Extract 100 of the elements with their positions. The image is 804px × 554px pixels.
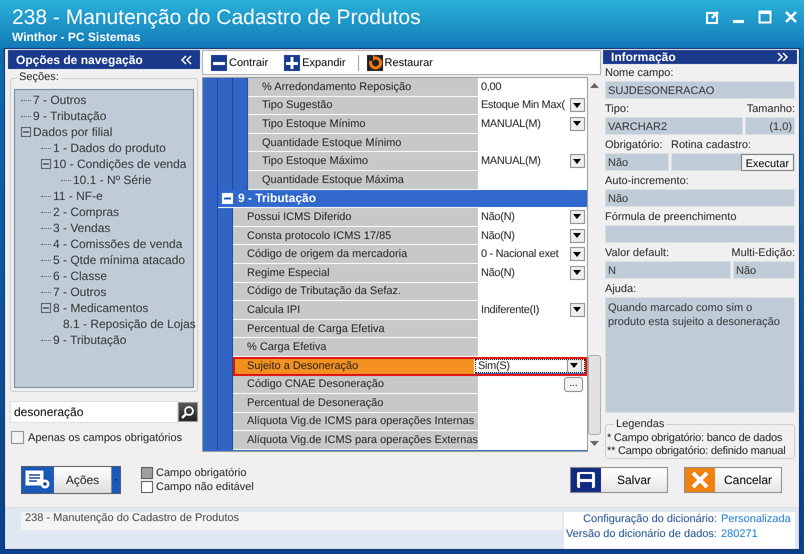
property-value: Não(N) (480, 266, 516, 279)
tree-item[interactable]: 8 - Medicamentos (53, 301, 148, 315)
property-value: 0,00 (480, 80, 502, 93)
dropdown-button[interactable] (570, 247, 585, 262)
property-value: MANUAL(M) (480, 155, 542, 168)
tree-item[interactable]: 10 - Condições de venda (53, 157, 186, 171)
maximize-icon[interactable] (758, 10, 772, 24)
property-value: Não(N) (480, 210, 516, 223)
help-text: Quando marcado como sim o produto esta sujeito a desoneração (605, 297, 795, 413)
property-value: Sim(S) (478, 360, 511, 372)
status-value: Personalizada (721, 512, 792, 527)
dropdown-button[interactable] (570, 228, 585, 243)
field-label: Ajuda: (605, 282, 638, 296)
section-header[interactable]: 9 - Tributação (218, 190, 587, 208)
legend-text: ** Campo obrigatório: definido manual (607, 445, 786, 458)
property-value: Não(N) (480, 230, 516, 242)
caret-icon (573, 252, 582, 257)
tree-item[interactable]: 5 - Qtde mínima atacado (53, 253, 186, 267)
field-value: Não (605, 189, 795, 207)
tree-item[interactable]: 9 - Tributação (33, 109, 106, 123)
actions-button[interactable]: Ações (21, 466, 121, 494)
ellipsis-button[interactable]: ... (564, 376, 583, 392)
property-value: 0 - Nacional exet (480, 248, 560, 260)
tree-item[interactable]: 2 - Compras (53, 205, 120, 219)
save-button[interactable]: Salvar (570, 466, 668, 492)
field-value: Não (605, 153, 669, 171)
tree-item[interactable]: 3 - Vendas (53, 221, 110, 235)
field-label: Valor default: (605, 246, 670, 260)
list-gear-icon (22, 466, 54, 492)
collapse-panel-icon[interactable] (777, 52, 789, 62)
field-value: Não (733, 261, 795, 279)
tree-item[interactable]: 6 - Classe (53, 269, 108, 283)
property-value: Indiferente(I) (480, 304, 540, 316)
field-label: Tipo: (605, 102, 630, 116)
legend-label: Campo não editável (156, 480, 254, 492)
scroll-thumb[interactable] (588, 355, 601, 435)
caret-icon (573, 270, 582, 276)
status-text: 238 - Manutenção do Cadastro de Produtos (21, 512, 562, 530)
field-label: Auto-incremento: (605, 174, 690, 188)
close-icon[interactable] (784, 10, 798, 24)
dropdown-button[interactable] (570, 210, 585, 224)
tree-item[interactable]: 4 - Comissões de venda (53, 237, 182, 251)
dropdown-button[interactable] (570, 98, 585, 112)
property-value: MANUAL(M) (480, 118, 542, 130)
tree-item[interactable]: 11 - NF-e (53, 189, 103, 203)
cancel-button[interactable]: Cancelar (684, 466, 782, 492)
toggle-icon[interactable] (41, 159, 51, 169)
search-field[interactable]: desoneração (10, 401, 178, 423)
field-value: (1,0) (745, 117, 795, 135)
toggle-icon[interactable] (222, 192, 233, 204)
search-icon (181, 405, 195, 419)
field-label: Rotina cadastro: (671, 138, 752, 152)
dropdown-button[interactable] (570, 302, 585, 317)
tree-item[interactable]: 8.1 - Reposição de Lojas (63, 317, 196, 331)
caret-icon (573, 233, 582, 238)
tree-item[interactable]: 10.1 - Nº Série (73, 173, 152, 187)
caret-icon (573, 158, 582, 164)
status-value: 280271 (721, 527, 759, 542)
tree-item[interactable]: 9 - Tributação (53, 333, 126, 347)
scroll-down-icon[interactable] (590, 441, 599, 446)
execute-button[interactable]: Executar (740, 154, 794, 171)
field-value: SUJDESONERACAO (605, 81, 795, 99)
legend-title: Legendas (614, 418, 666, 431)
restore-button[interactable]: Restaurar (358, 54, 437, 70)
dropdown-button[interactable] (570, 266, 585, 280)
field-label: Fórmula de preenchimento (605, 210, 738, 224)
checkbox-label: Apenas os campos obrigatórios (28, 432, 182, 444)
search-button[interactable] (178, 402, 198, 422)
field-label: Nome campo: (605, 66, 674, 80)
property-value: Estoque Min Max( (480, 99, 566, 112)
status-label: Versão do dicionário de dados: (566, 527, 717, 542)
expand-button[interactable]: Expandir (280, 54, 350, 70)
plus-icon (284, 54, 300, 70)
collapse-button[interactable]: Contrair (207, 54, 272, 70)
collapse-panel-icon[interactable] (180, 54, 192, 64)
tree-item[interactable]: Dados por filial (33, 125, 112, 139)
undo-arrow-icon (366, 54, 383, 70)
tree-item[interactable]: 7 - Outros (53, 285, 106, 299)
field-value: VARCHAR2 (605, 117, 743, 135)
checkbox[interactable] (11, 431, 24, 444)
dropdown-button[interactable] (566, 360, 582, 372)
caret-icon (573, 307, 582, 312)
dropdown-button[interactable] (570, 154, 585, 168)
status-label: Configuração do dicionário: (583, 512, 717, 527)
minus-icon (211, 54, 227, 70)
window-subtitle: Winthor - PC Sistemas (12, 30, 142, 44)
legend-text: * Campo obrigatório: banco de dados (607, 432, 784, 445)
dropdown-button[interactable] (570, 116, 585, 131)
toggle-icon[interactable] (21, 127, 31, 137)
scroll-up-icon[interactable] (590, 83, 599, 88)
group-label: Seções: (17, 71, 61, 83)
panel-header: Informação (603, 50, 797, 64)
toggle-icon[interactable] (41, 303, 51, 313)
edit-icon[interactable] (706, 10, 720, 24)
caret-icon (570, 363, 578, 368)
panel-header: Opções de navegação (8, 50, 200, 69)
tree-item[interactable]: 1 - Dados do produto (53, 141, 166, 155)
caret-icon (573, 102, 582, 108)
tree-item[interactable]: 7 - Outros (33, 93, 86, 107)
field-label: Tamanho: (746, 102, 795, 116)
